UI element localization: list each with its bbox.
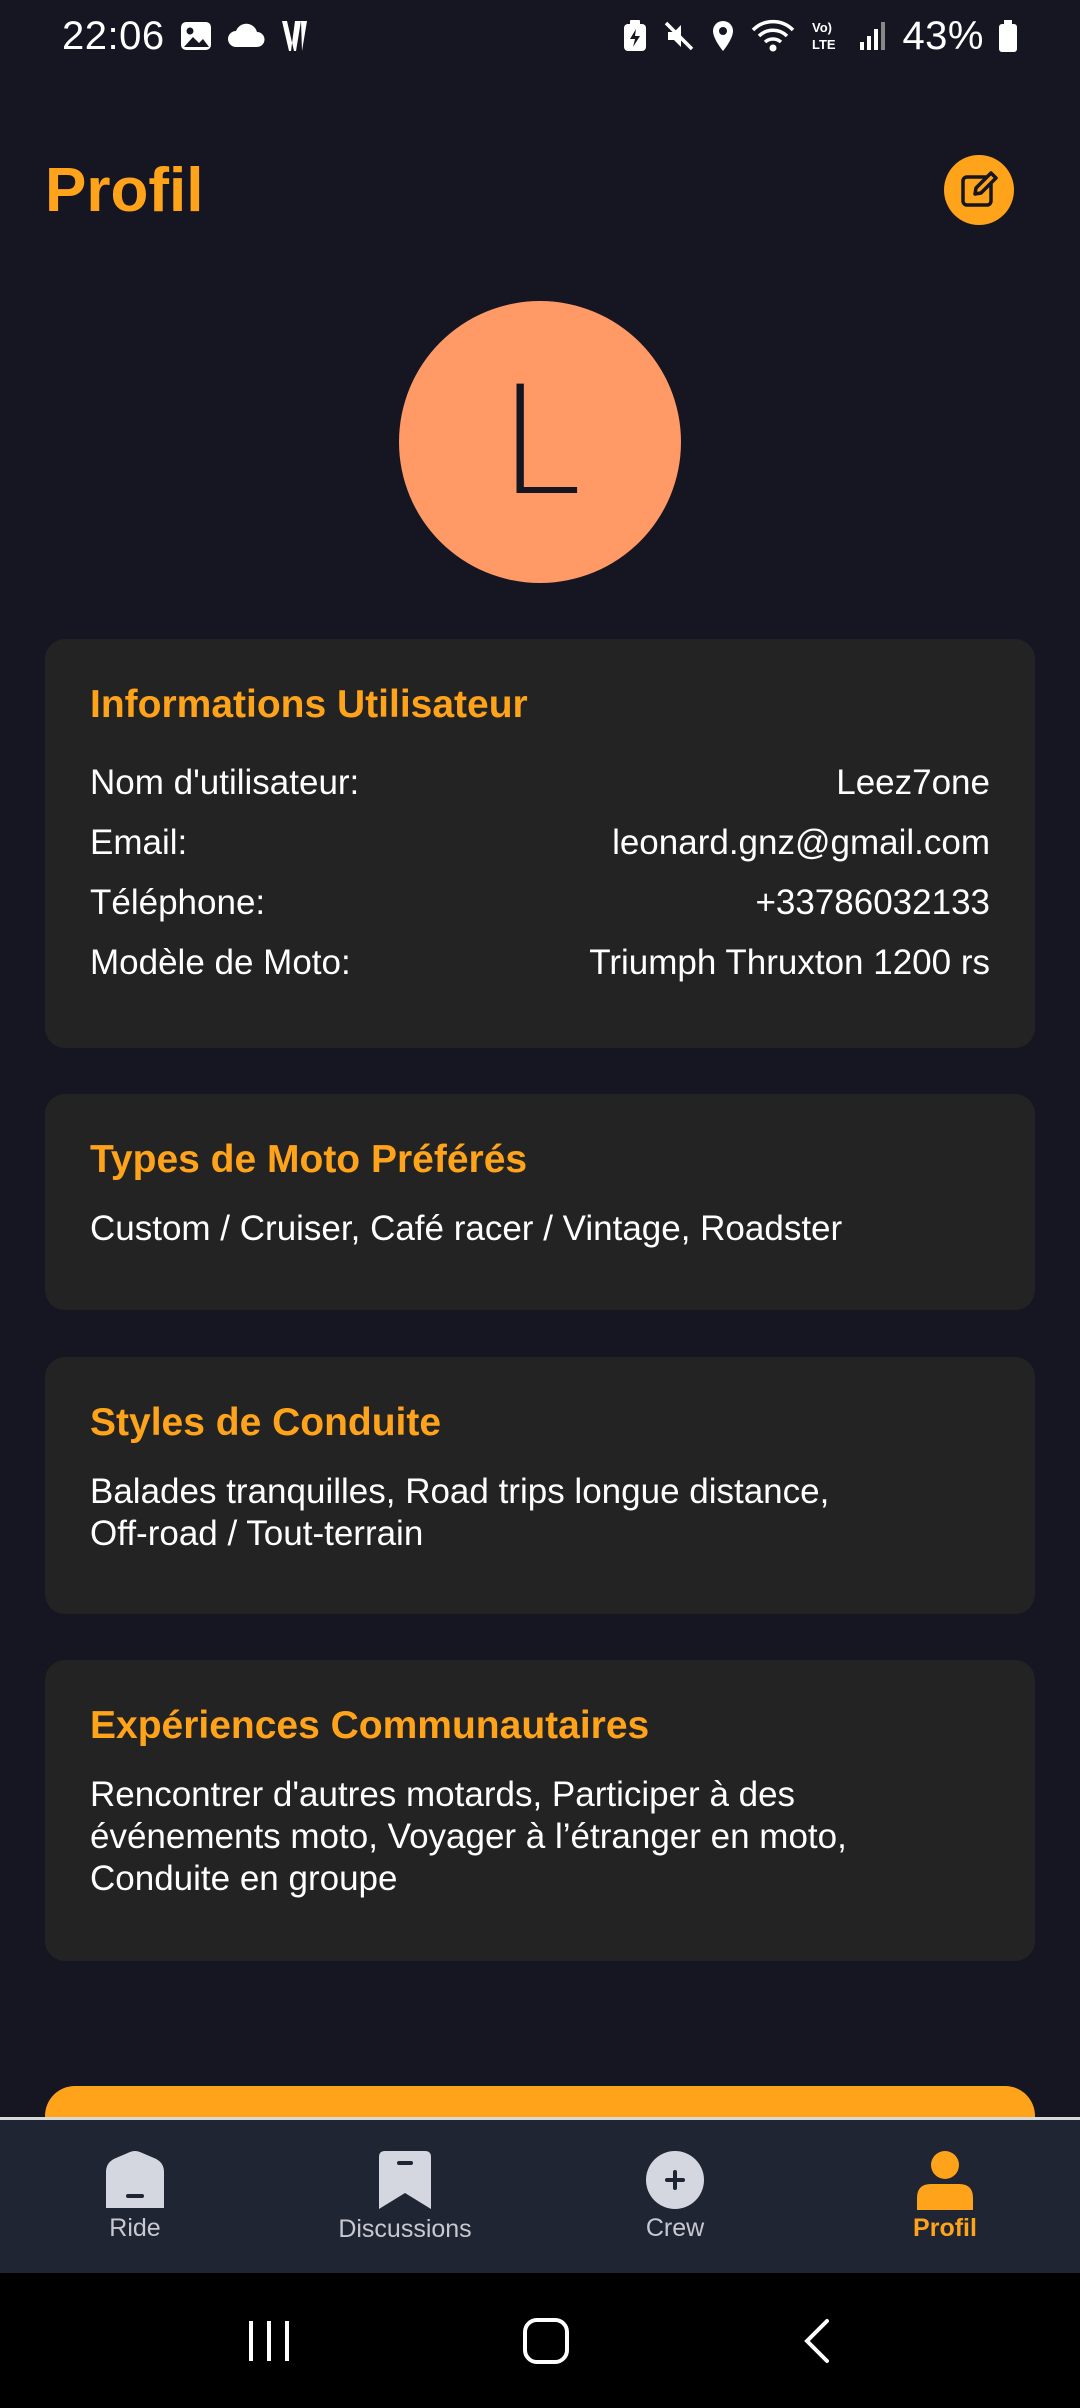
info-row-bike-model: Modèle de Moto: Triumph Thruxton 1200 rs (90, 933, 990, 993)
gallery-icon (179, 19, 213, 53)
ride-icon (106, 2151, 164, 2208)
user-info-card: Informations Utilisateur Nom d'utilisate… (45, 639, 1035, 1048)
riding-styles-title: Styles de Conduite (90, 1401, 442, 1444)
status-bar-left: 22:06 (62, 14, 309, 59)
volte-icon: Vo) LTE (810, 18, 844, 54)
home-icon[interactable] (522, 2317, 570, 2365)
nav-label-profil: Profil (913, 2214, 977, 2242)
status-bar-right: Vo) LTE 43% (622, 14, 1018, 59)
info-label: Nom d'utilisateur: (90, 763, 360, 802)
plus-circle-icon (646, 2151, 704, 2209)
nav-item-crew[interactable]: Crew (540, 2150, 810, 2243)
battery-saver-icon (622, 19, 648, 53)
info-value: Triumph Thruxton 1200 rs (589, 943, 990, 982)
nav-item-discussions[interactable]: Discussions (270, 2149, 540, 2244)
status-time: 22:06 (62, 13, 165, 58)
nav-label-discussions: Discussions (338, 2215, 472, 2243)
location-icon (710, 19, 736, 53)
person-icon (917, 2151, 973, 2210)
header: Profil (45, 145, 1017, 235)
bookmark-icon (379, 2151, 431, 2209)
user-info-title: Informations Utilisateur (90, 683, 528, 726)
community-text: Rencontrer d'autres motards, Participer … (90, 1775, 847, 1898)
avatar-initial: L (498, 355, 582, 529)
riding-styles-card: Styles de Conduite Balades tranquilles, … (45, 1357, 1035, 1614)
status-bar: 22:06 Vo) LTE 43% (0, 0, 1080, 72)
info-row-username: Nom d'utilisateur: Leez7one (90, 753, 990, 813)
community-title: Expériences Communautaires (90, 1704, 650, 1747)
bike-types-text: Custom / Cruiser, Café racer / Vintage, … (90, 1209, 843, 1248)
nav-label-crew: Crew (645, 2214, 705, 2242)
avatar: L (399, 301, 681, 583)
edit-profile-button[interactable] (944, 155, 1014, 225)
info-row-phone: Téléphone: +33786032133 (90, 873, 990, 933)
info-value: +33786032133 (755, 883, 990, 922)
info-label: Modèle de Moto: (90, 943, 351, 982)
recent-apps-icon[interactable] (245, 2319, 293, 2363)
info-row-email: Email: leonard.gnz@gmail.com (90, 813, 990, 873)
back-icon[interactable] (799, 2317, 835, 2365)
bottom-nav: Ride Discussions Crew Profil (0, 2117, 1080, 2273)
bike-types-title: Types de Moto Préférés (90, 1138, 528, 1181)
system-nav-bar (0, 2273, 1080, 2408)
battery-percent: 43% (902, 13, 984, 58)
svg-text:LTE: LTE (812, 37, 836, 52)
app-v-icon (279, 18, 309, 54)
nav-label-ride: Ride (109, 2214, 161, 2242)
info-value: Leez7one (836, 763, 990, 802)
community-card: Expériences Communautaires Rencontrer d'… (45, 1660, 1035, 1961)
nav-item-profil[interactable]: Profil (810, 2150, 1080, 2243)
info-value: leonard.gnz@gmail.com (612, 823, 990, 862)
riding-styles-text: Balades tranquilles, Road trips longue d… (90, 1472, 830, 1553)
mute-icon (662, 19, 696, 53)
info-label: Téléphone: (90, 883, 266, 922)
svg-text:Vo): Vo) (812, 20, 832, 35)
signal-icon (858, 20, 888, 52)
bike-types-card: Types de Moto Préférés Custom / Cruiser,… (45, 1094, 1035, 1310)
page-title: Profil (45, 155, 204, 225)
battery-icon (998, 19, 1018, 53)
cloud-icon (227, 23, 265, 49)
info-label: Email: (90, 823, 188, 862)
edit-icon (961, 171, 998, 207)
nav-item-ride[interactable]: Ride (0, 2150, 270, 2243)
wifi-icon (750, 19, 796, 53)
